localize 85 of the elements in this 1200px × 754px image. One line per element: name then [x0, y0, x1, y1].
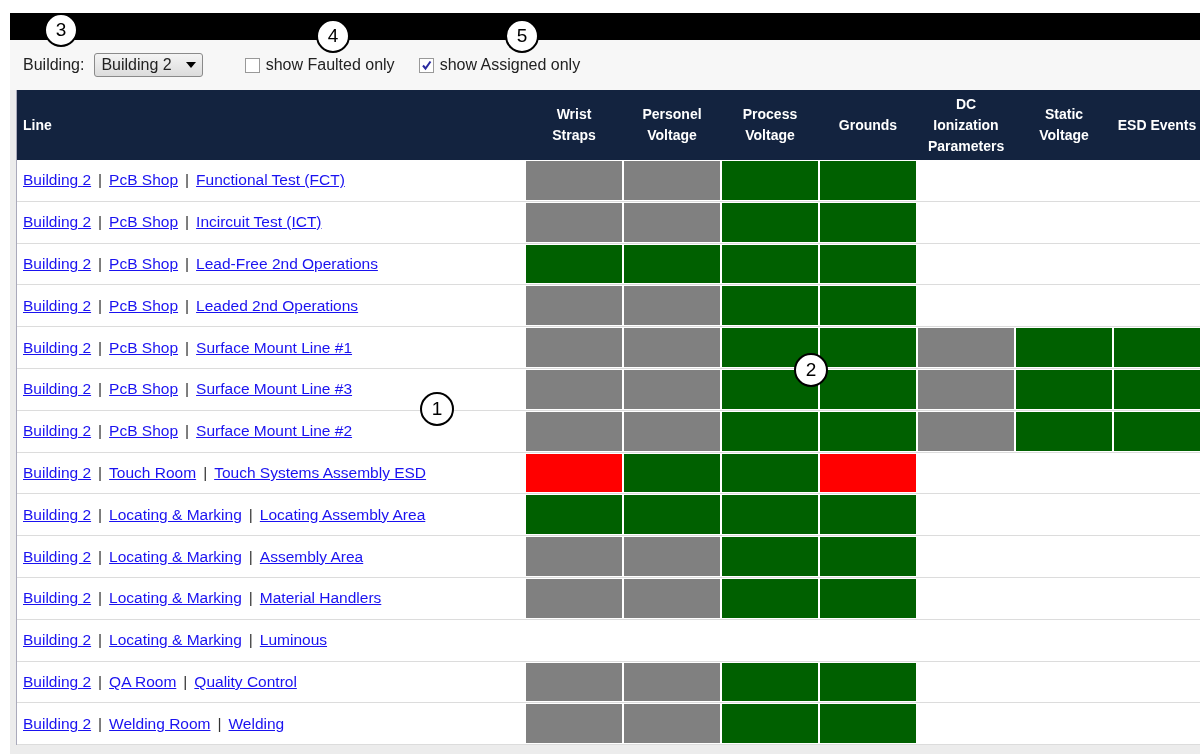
- separator: |: [248, 505, 253, 524]
- line-link[interactable]: PcB Shop: [109, 255, 179, 273]
- line-link[interactable]: Surface Mount Line #2: [196, 422, 353, 441]
- separator: |: [185, 255, 190, 273]
- caret-icon: [185, 62, 196, 68]
- column-header: Static Voltage: [1038, 105, 1090, 145]
- separator: |: [98, 672, 103, 691]
- line-link[interactable]: Functional Test (FCT): [196, 171, 345, 190]
- line-link[interactable]: Building 2: [23, 631, 92, 650]
- separator: |: [203, 463, 208, 482]
- line-link[interactable]: Building 2: [23, 547, 92, 566]
- column-header: Line: [22, 115, 52, 135]
- line-link[interactable]: Quality Control: [194, 672, 297, 691]
- line-link[interactable]: Material Handlers: [259, 589, 382, 608]
- line-link[interactable]: Luminous: [259, 631, 328, 650]
- column-header: Process Voltage: [741, 105, 799, 145]
- separator: |: [98, 505, 103, 524]
- line-link[interactable]: Building 2: [23, 463, 92, 482]
- line-link[interactable]: PcB Shop: [109, 338, 179, 357]
- separator: |: [98, 380, 103, 399]
- separator: |: [98, 171, 103, 190]
- line-link[interactable]: Locating & Marking: [109, 547, 242, 566]
- separator: |: [217, 714, 222, 733]
- line-link[interactable]: PcB Shop: [109, 422, 179, 441]
- line-link[interactable]: Locating & Marking: [109, 505, 242, 524]
- line-link[interactable]: Building 2: [23, 296, 92, 315]
- line-link[interactable]: Building 2: [23, 714, 92, 733]
- line-link[interactable]: Touch Room: [109, 463, 197, 482]
- line-link[interactable]: Building 2: [23, 255, 92, 273]
- separator: |: [248, 589, 253, 608]
- checkbox-label: show Faulted only: [265, 56, 395, 74]
- checkbox-label: show Assigned only: [439, 56, 581, 74]
- line-link[interactable]: Welding: [228, 714, 285, 733]
- line-link[interactable]: Building 2: [23, 422, 92, 441]
- line-link[interactable]: Lead-Free 2nd Operations: [196, 255, 378, 273]
- column-header: Grounds: [838, 115, 898, 135]
- column-header: Wrist Straps: [551, 105, 597, 145]
- line-link[interactable]: PcB Shop: [109, 380, 179, 399]
- checkbox[interactable]: [418, 57, 434, 73]
- separator: |: [98, 213, 103, 232]
- line-link[interactable]: Building 2: [23, 213, 92, 232]
- line-link[interactable]: PcB Shop: [109, 171, 179, 190]
- line-link[interactable]: PcB Shop: [109, 296, 179, 315]
- line-link[interactable]: Surface Mount Line #3: [196, 380, 353, 399]
- line-link[interactable]: Surface Mount Line #1: [196, 338, 353, 357]
- column-header: DC Ionization Parameters: [928, 94, 1004, 156]
- line-link[interactable]: Building 2: [23, 380, 92, 399]
- line-link[interactable]: Locating Assembly Area: [259, 505, 426, 524]
- column-header: Personel Voltage: [641, 105, 703, 145]
- separator: |: [98, 631, 103, 650]
- separator: |: [98, 547, 103, 566]
- separator: |: [185, 338, 190, 357]
- line-link[interactable]: QA Room: [109, 672, 177, 691]
- building-label: Building:: [23, 56, 85, 74]
- building-dropdown[interactable]: Building 2: [94, 53, 203, 77]
- line-link[interactable]: Assembly Area: [259, 547, 364, 566]
- separator: |: [98, 338, 103, 357]
- separator: |: [98, 463, 103, 482]
- separator: |: [248, 547, 253, 566]
- separator: |: [185, 422, 190, 441]
- separator: |: [185, 296, 190, 315]
- line-link[interactable]: Building 2: [23, 589, 92, 608]
- separator: |: [98, 714, 103, 733]
- separator: |: [183, 672, 188, 691]
- column-header: ESD Events: [1117, 115, 1197, 135]
- line-link[interactable]: PcB Shop: [109, 213, 179, 232]
- separator: |: [185, 380, 190, 399]
- line-link[interactable]: Building 2: [23, 505, 92, 524]
- line-link[interactable]: Building 2: [23, 672, 92, 691]
- separator: |: [185, 213, 190, 232]
- line-link[interactable]: Leaded 2nd Operations: [196, 296, 359, 315]
- line-link[interactable]: Incircuit Test (ICT): [196, 213, 322, 232]
- separator: |: [248, 631, 253, 650]
- line-link[interactable]: Welding Room: [109, 714, 211, 733]
- separator: |: [98, 255, 103, 273]
- line-link[interactable]: Building 2: [23, 338, 92, 357]
- line-link[interactable]: Touch Systems Assembly ESD: [214, 463, 427, 482]
- separator: |: [98, 422, 103, 441]
- line-link[interactable]: Locating & Marking: [109, 631, 242, 650]
- line-link[interactable]: Building 2: [23, 171, 92, 190]
- separator: |: [98, 589, 103, 608]
- checkbox[interactable]: [244, 57, 260, 73]
- separator: |: [98, 296, 103, 315]
- separator: |: [185, 171, 190, 190]
- line-link[interactable]: Locating & Marking: [109, 589, 242, 608]
